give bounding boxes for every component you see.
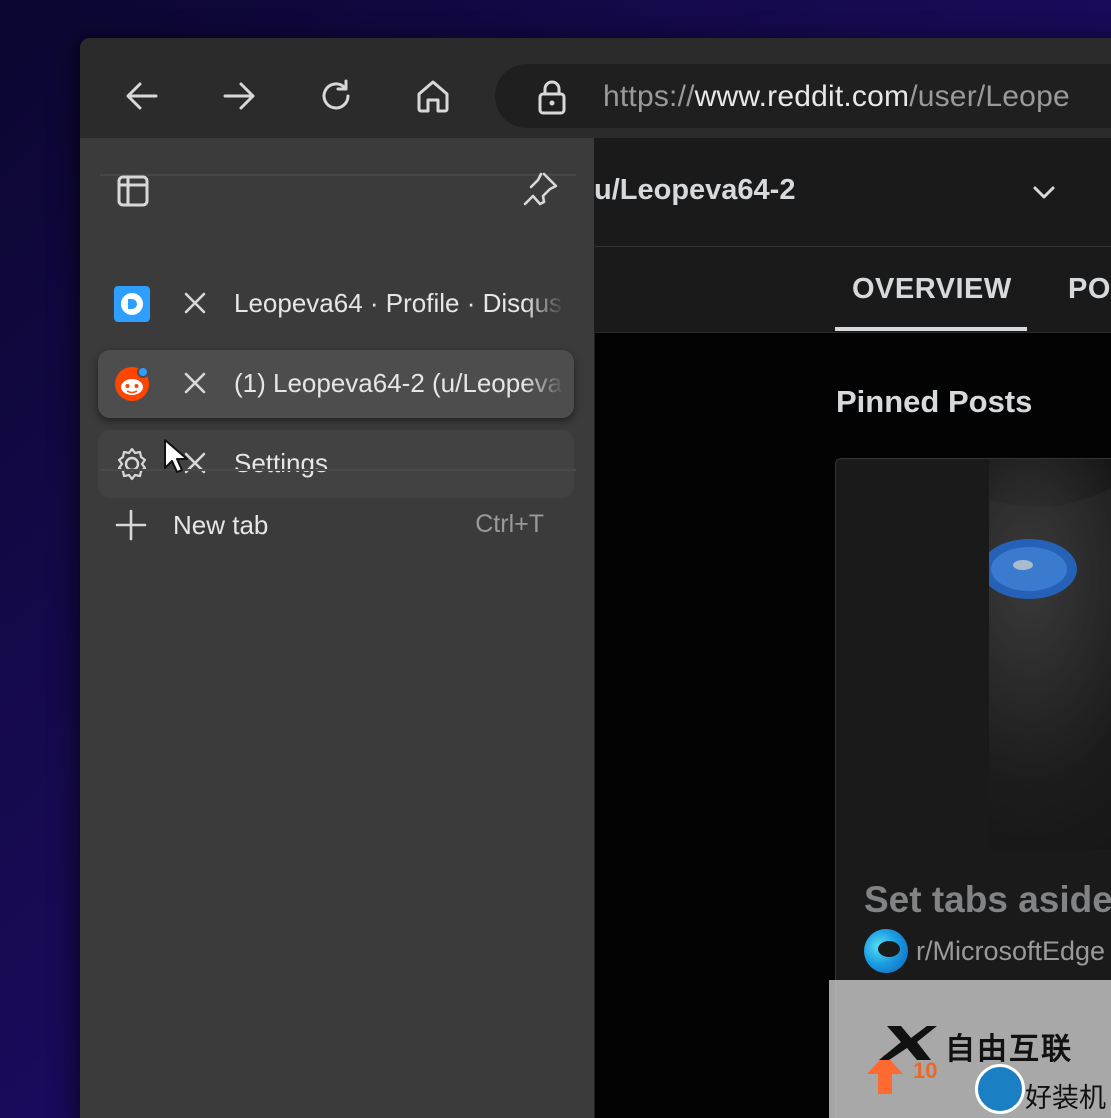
- tab-actions-menu-icon[interactable]: [116, 174, 150, 208]
- home-button[interactable]: [409, 72, 457, 120]
- back-arrow-icon: [126, 82, 158, 110]
- profile-tabs: OVERVIEW POS: [594, 247, 1111, 333]
- user-switcher-label[interactable]: u/Leopeva64-2: [594, 174, 795, 207]
- mouse-cursor-icon: [164, 439, 188, 473]
- address-bar[interactable]: https://www.reddit.com/user/Leope: [495, 64, 1111, 128]
- pin-pane-icon[interactable]: [522, 170, 560, 208]
- post-subreddit[interactable]: r/MicrosoftEdge: [864, 929, 1105, 973]
- cat-eye-image: [989, 488, 1111, 849]
- tab-overview[interactable]: OVERVIEW: [852, 273, 1012, 306]
- new-tab-label: New tab: [173, 510, 269, 540]
- url-path: /user/Leope: [909, 80, 1070, 113]
- url-text: https://www.reddit.com/user/Leope: [603, 80, 1070, 114]
- tab-title: Leopeva64 · Profile · Disqus: [234, 288, 563, 318]
- active-tab-indicator: [835, 327, 1027, 331]
- disqus-icon: [114, 286, 150, 322]
- watermark-x-logo-icon: [879, 1026, 937, 1060]
- post-title[interactable]: Set tabs aside: [864, 879, 1111, 921]
- tab-disqus[interactable]: Leopeva64 · Profile · Disqus: [98, 270, 574, 338]
- refresh-icon: [322, 79, 350, 110]
- watermark: 10 自由互联 好装机: [829, 980, 1111, 1118]
- tab-reddit[interactable]: (1) Leopeva64-2 (u/Leopeva64-2): [98, 350, 574, 418]
- tab-title: Settings: [234, 448, 328, 478]
- tab-posts[interactable]: POS: [1068, 273, 1111, 306]
- refresh-button[interactable]: [312, 72, 360, 120]
- plus-icon: [115, 509, 147, 541]
- chevron-down-icon[interactable]: [1030, 178, 1058, 206]
- reddit-header: u/Leopeva64-2: [594, 138, 1111, 247]
- post-thumbnail[interactable]: [989, 459, 1111, 849]
- close-icon[interactable]: [182, 370, 208, 396]
- watermark-brand: 自由互联: [945, 1033, 1073, 1066]
- new-tab-button[interactable]: New tab Ctrl+T: [98, 496, 574, 556]
- watermark-logo-icon: [975, 1064, 1025, 1114]
- edge-logo-icon: [864, 929, 908, 973]
- back-button[interactable]: [118, 72, 166, 120]
- lock-icon[interactable]: [535, 80, 569, 116]
- url-host: www.reddit.com: [694, 80, 910, 113]
- forward-arrow-icon: [223, 82, 255, 110]
- browser-toolbar: https://www.reddit.com/user/Leope: [80, 38, 1111, 138]
- new-tab-shortcut: Ctrl+T: [475, 510, 544, 538]
- watermark-brand-secondary: 好装机: [1025, 1083, 1106, 1113]
- url-scheme: https://: [603, 80, 695, 113]
- browser-window: https://www.reddit.com/user/Leope u/Leop…: [80, 38, 1111, 1118]
- reddit-icon: [114, 366, 150, 402]
- divider: [100, 174, 576, 176]
- gear-icon: [114, 446, 150, 482]
- forward-button[interactable]: [215, 72, 263, 120]
- home-icon: [417, 80, 449, 113]
- vertical-tabs-pane: Leopeva64 · Profile · Disqus (1) Leopeva…: [80, 138, 595, 1118]
- close-icon[interactable]: [182, 290, 208, 316]
- pinned-posts-heading: Pinned Posts: [836, 384, 1033, 419]
- page-content: u/Leopeva64-2 OVERVIEW POS Pinned Posts …: [594, 138, 1111, 1118]
- subreddit-name: r/MicrosoftEdge: [916, 935, 1106, 966]
- tab-title: (1) Leopeva64-2 (u/Leopeva64-2): [234, 368, 564, 398]
